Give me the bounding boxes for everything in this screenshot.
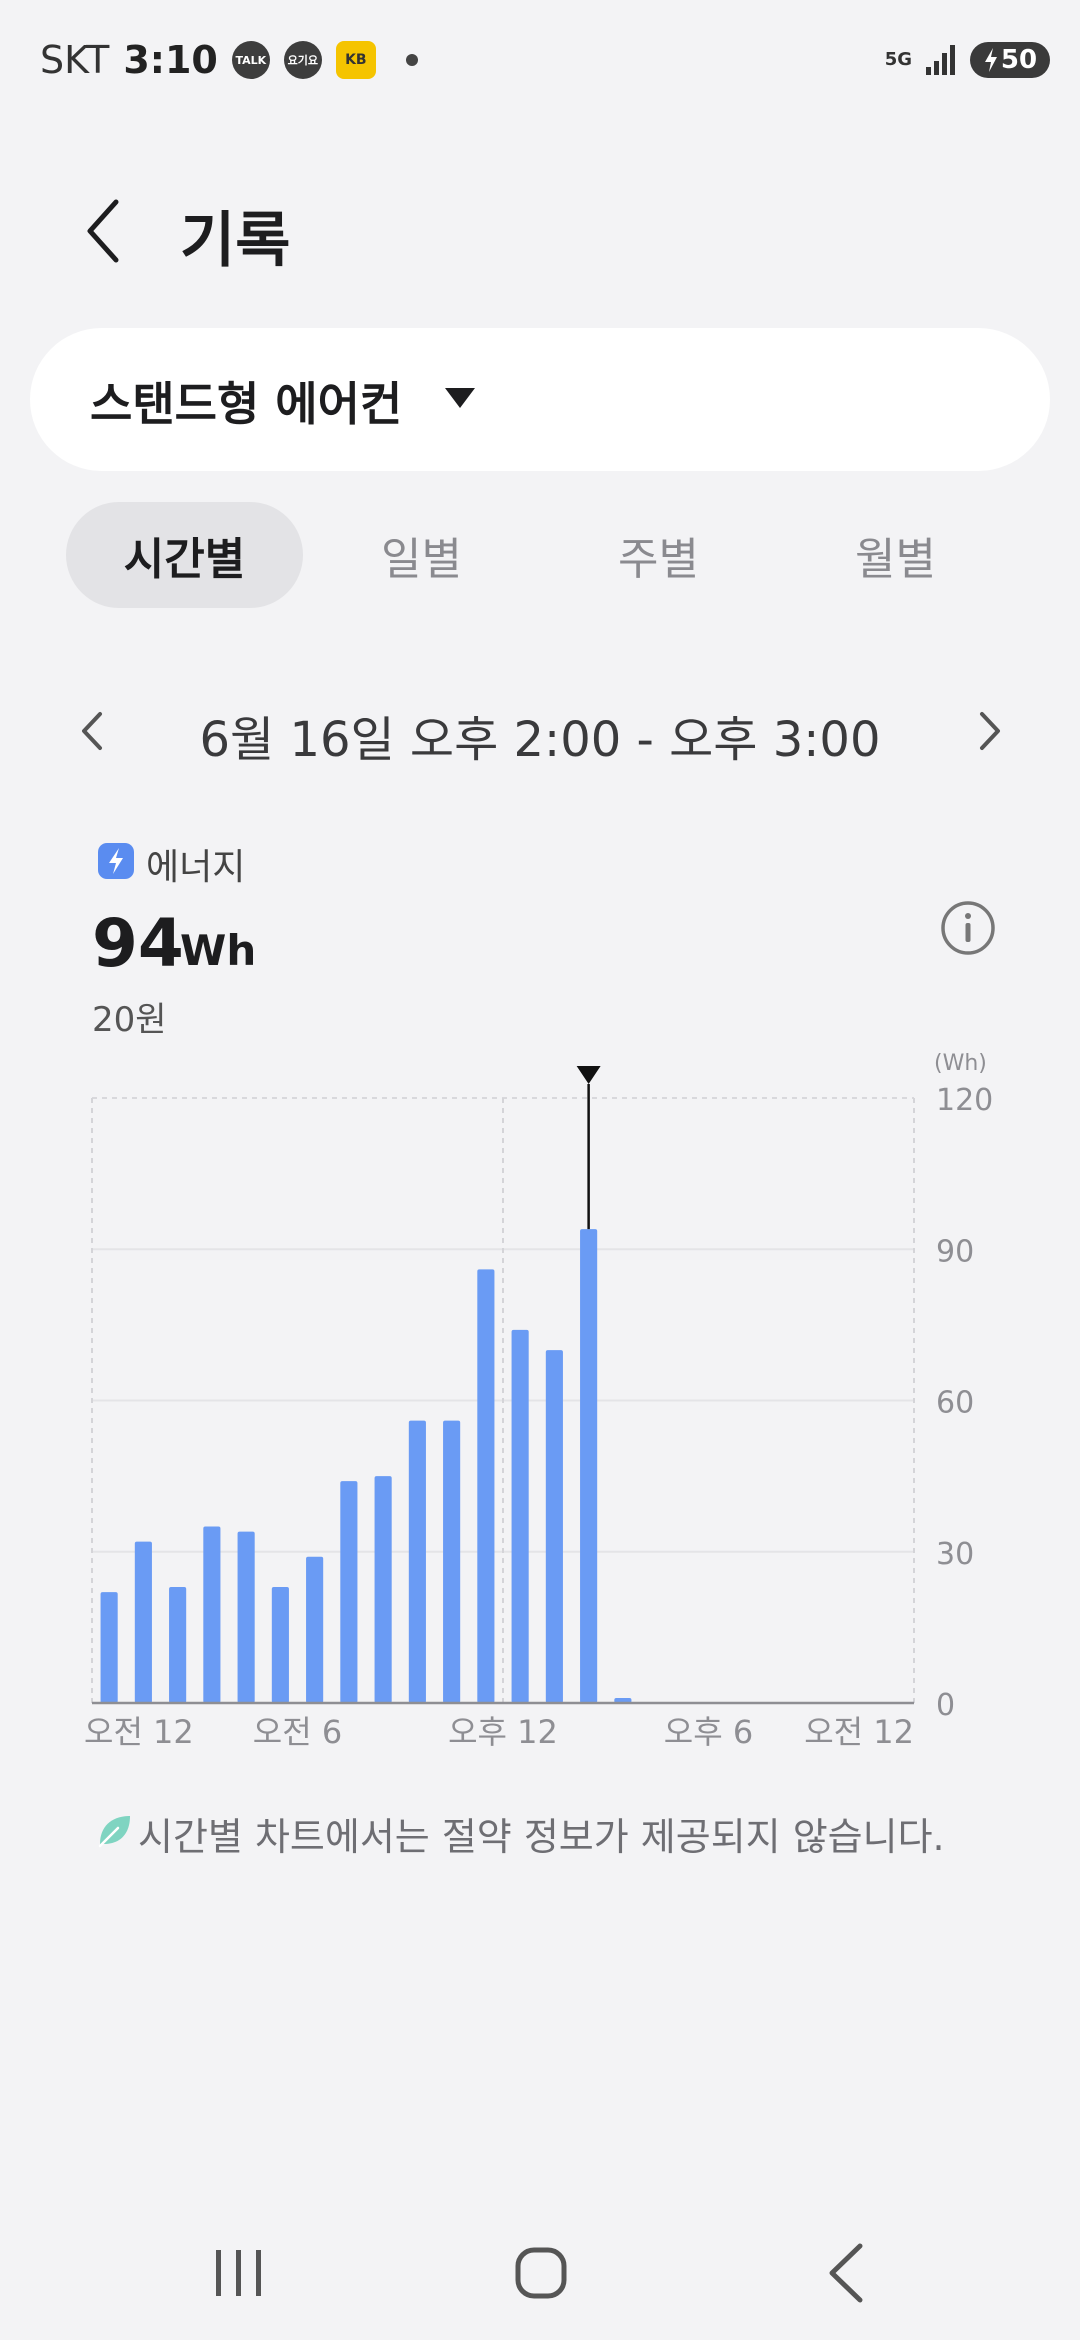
chart-bar <box>477 1269 495 1703</box>
period-tabs: 시간별 일별 주별 월별 <box>66 502 1014 608</box>
charging-icon <box>984 48 997 72</box>
energy-unit: Wh <box>180 926 257 975</box>
y-tick-label: 0 <box>936 1688 955 1723</box>
recent-apps-icon[interactable] <box>216 2250 261 2296</box>
device-selector[interactable]: 스탠드형 에어컨 <box>30 328 1050 471</box>
leaf-icon <box>98 1816 130 1848</box>
status-bar: SKT 3:10 TALK 요기요 KB 5G 50 <box>0 0 1080 130</box>
tab-hourly[interactable]: 시간별 <box>66 502 303 608</box>
y-tick-label: 120 <box>936 1083 993 1118</box>
clock: 3:10 <box>123 38 218 82</box>
y-axis-unit: (Wh) <box>934 1051 987 1076</box>
selection-marker-icon <box>576 1066 601 1084</box>
energy-label: 에너지 <box>146 847 246 888</box>
navigation-bar <box>216 2243 863 2303</box>
chart-bar <box>545 1350 563 1703</box>
device-selector-label: 스탠드형 에어컨 <box>90 377 403 431</box>
x-tick-label: 오후 12 <box>448 1713 558 1751</box>
chart-bar <box>306 1556 324 1703</box>
system-back-icon[interactable] <box>829 2243 863 2303</box>
energy-value: 94 <box>92 905 184 982</box>
tab-monthly[interactable]: 월별 <box>777 502 1014 608</box>
chart-bar <box>203 1526 221 1703</box>
page-title: 기록 <box>180 206 291 276</box>
info-icon[interactable] <box>940 900 996 956</box>
chart-bar <box>580 1229 598 1703</box>
chart-bar <box>443 1420 461 1703</box>
caret-down-icon <box>445 388 475 408</box>
tab-daily[interactable]: 일별 <box>303 502 540 608</box>
chart-bar <box>408 1420 426 1703</box>
network-type: 5G <box>884 49 912 70</box>
more-notifications-dot <box>405 54 418 66</box>
kakaotalk-notification-icon: TALK <box>231 41 270 79</box>
battery-indicator: 50 <box>970 42 1050 78</box>
kb-notification-icon: KB <box>335 41 376 79</box>
signal-icon <box>926 45 955 75</box>
y-tick-label: 30 <box>936 1537 974 1572</box>
y-tick-label: 60 <box>936 1386 974 1421</box>
x-tick-label: 오전 12 <box>804 1713 914 1751</box>
chart-bar <box>271 1587 289 1703</box>
lightning-icon <box>98 843 134 879</box>
x-tick-label: 오전 6 <box>253 1713 342 1751</box>
chart-bar <box>169 1587 187 1703</box>
chart-bar <box>100 1592 118 1703</box>
x-tick-label: 오후 6 <box>664 1713 753 1751</box>
yogiyo-notification-icon: 요기요 <box>283 41 322 79</box>
chart-bar <box>340 1481 358 1703</box>
y-tick-label: 90 <box>936 1234 974 1269</box>
hourly-energy-chart: (Wh) 0 30 60 90 120 오전 12 오전 6 오후 12 오후 6 오전 12 <box>84 1051 993 1751</box>
x-tick-label: 오전 12 <box>84 1713 194 1751</box>
next-period-icon[interactable] <box>970 706 1010 756</box>
footer-note: 시간별 차트에서는 절약 정보가 제공되지 않습니다. <box>138 1815 945 1859</box>
date-range-label: 6월 16일 오후 2:00 - 오후 3:00 <box>199 712 881 768</box>
carrier-label: SKT <box>40 38 110 82</box>
chart-bar <box>511 1329 529 1703</box>
back-arrow-icon[interactable] <box>80 196 130 266</box>
chart-bar <box>134 1541 152 1703</box>
chart-bar <box>374 1476 392 1703</box>
battery-level: 50 <box>1000 45 1038 75</box>
tab-weekly[interactable]: 주별 <box>540 502 777 608</box>
home-icon[interactable] <box>515 2247 567 2299</box>
chart-bar <box>237 1531 255 1703</box>
